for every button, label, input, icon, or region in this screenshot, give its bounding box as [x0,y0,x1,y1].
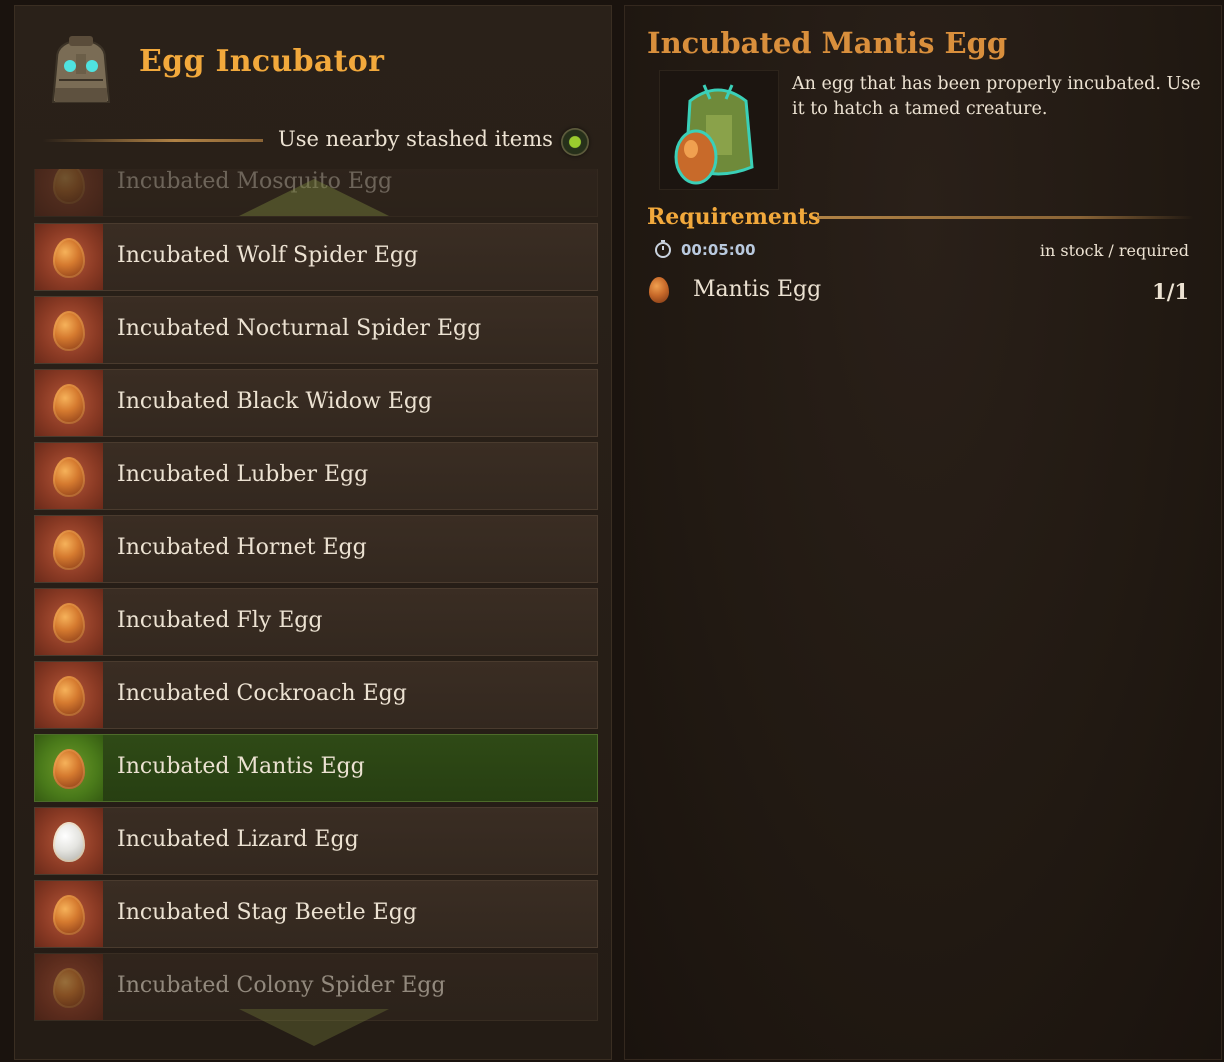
recipe-icon-box [35,297,103,363]
detail-panel: Incubated Mantis Egg An egg that has bee… [624,5,1222,1060]
recipe-label: Incubated Colony Spider Egg [117,973,446,998]
egg-icon [53,384,85,424]
egg-icon [53,530,85,570]
recipe-row[interactable]: Incubated Cockroach Egg [34,661,598,729]
ingredient-name: Mantis Egg [693,277,822,302]
recipe-list[interactable]: Incubated Mosquito Egg Incubated Wolf Sp… [34,169,598,1054]
mantis-egg-thumbnail [659,70,779,190]
egg-icon [53,749,85,789]
egg-icon [53,238,85,278]
detail-description: An egg that has been properly incubated.… [792,74,1201,119]
stash-toggle[interactable] [561,128,589,156]
recipe-row[interactable]: Incubated Lizard Egg [34,807,598,875]
ingredient-count: 1/1 [1152,279,1189,304]
stash-toggle-label: Use nearby stashed items [278,127,553,151]
recipe-icon-box [35,881,103,947]
stock-required-label: in stock / required [1039,241,1189,260]
egg-icon [53,457,85,497]
recipe-label: Incubated Mantis Egg [117,754,365,779]
requirements-divider [817,216,1193,219]
recipe-icon-box [35,662,103,728]
craft-time: 00:05:00 [681,241,756,259]
egg-icon [53,603,85,643]
scroll-down-arrow[interactable] [239,1009,389,1046]
recipe-icon-box [35,516,103,582]
egg-icon [649,277,669,303]
recipe-row[interactable]: Incubated Nocturnal Spider Egg [34,296,598,364]
recipe-label: Incubated Nocturnal Spider Egg [117,316,482,341]
egg-icon [53,968,85,1008]
recipe-row[interactable]: Incubated Hornet Egg [34,515,598,583]
egg-icon [53,676,85,716]
egg-icon [53,895,85,935]
recipe-icon-box [35,808,103,874]
station-title: Egg Incubator [139,44,385,79]
recipe-icon-box [35,735,103,801]
recipe-icon-box [35,954,103,1020]
egg-icon [53,169,85,204]
requirements-title: Requirements [647,204,821,230]
recipe-label: Incubated Stag Beetle Egg [117,900,417,925]
recipe-label: Incubated Fly Egg [117,608,323,633]
recipe-label: Incubated Lizard Egg [117,827,359,852]
recipe-row[interactable]: Incubated Stag Beetle Egg [34,880,598,948]
recipe-label: Incubated Lubber Egg [117,462,369,487]
recipe-label: Incubated Hornet Egg [117,535,367,560]
recipe-row-selected[interactable]: Incubated Mantis Egg [34,734,598,802]
stopwatch-icon [654,240,672,258]
recipe-icon-box [35,224,103,290]
recipe-row[interactable]: Incubated Lubber Egg [34,442,598,510]
recipe-row[interactable]: Incubated Fly Egg [34,588,598,656]
egg-icon [53,822,85,862]
recipe-panel: Egg Incubator Use nearby stashed items I… [14,5,612,1060]
header-divider [43,139,263,142]
egg-icon [53,311,85,351]
detail-title: Incubated Mantis Egg [647,26,1008,60]
recipe-row[interactable]: Incubated Wolf Spider Egg [34,223,598,291]
recipe-label: Incubated Cockroach Egg [117,681,407,706]
recipe-label: Incubated Wolf Spider Egg [117,243,419,268]
recipe-icon-box [35,589,103,655]
scroll-up-arrow[interactable] [239,179,389,216]
recipe-icon-box [35,169,103,216]
recipe-label: Incubated Black Widow Egg [117,389,433,414]
recipe-icon-box [35,443,103,509]
recipe-icon-box [35,370,103,436]
recipe-row[interactable]: Incubated Black Widow Egg [34,369,598,437]
incubator-icon [43,28,119,108]
